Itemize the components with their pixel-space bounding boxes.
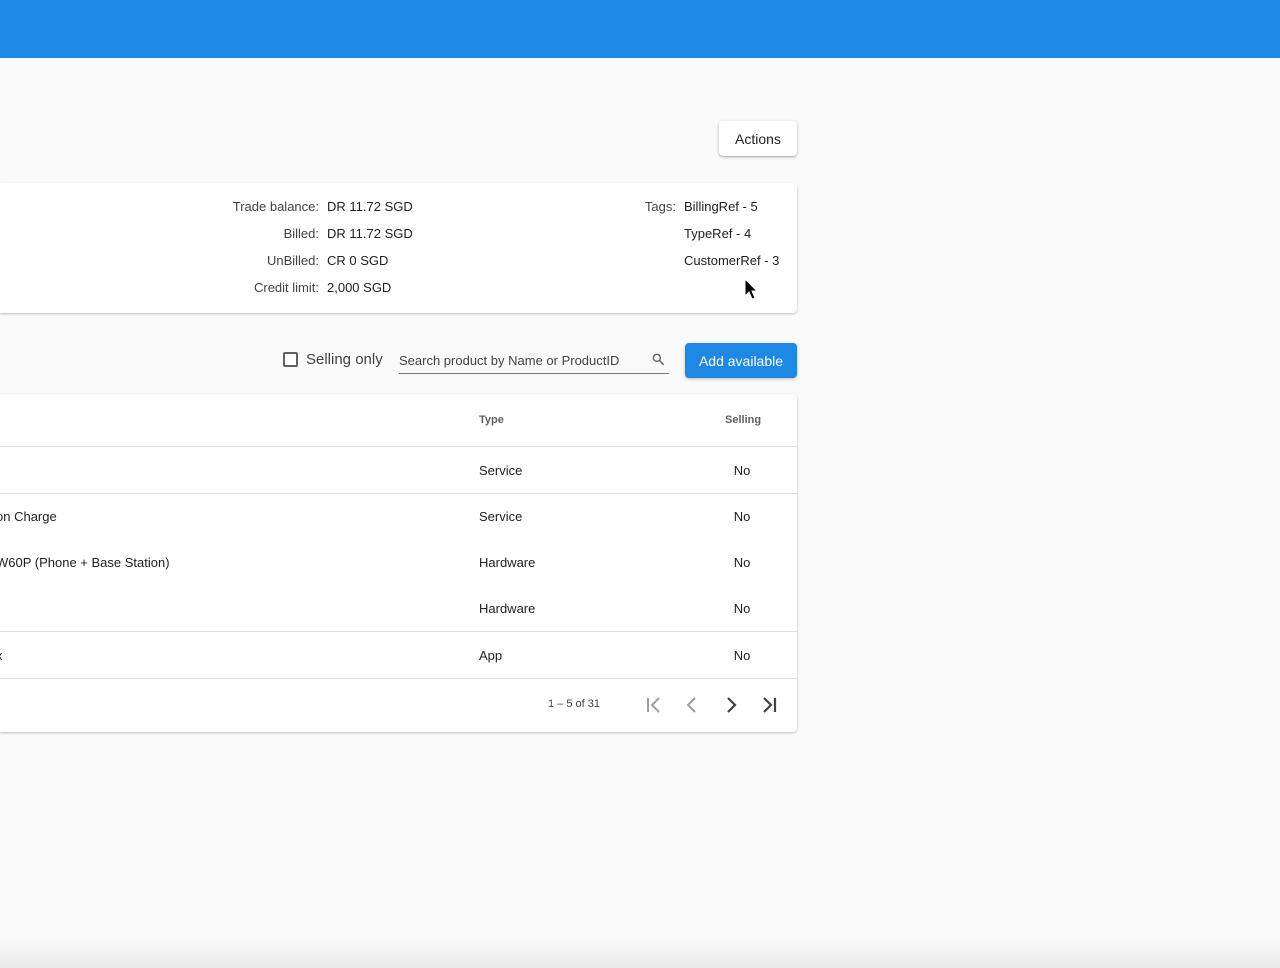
selling-only-checkbox[interactable]	[283, 352, 298, 367]
product-selling: No	[733, 555, 751, 570]
table-row[interactable]: on Charge Service No	[0, 494, 797, 540]
product-search-input[interactable]	[399, 350, 644, 370]
products-table: Type Selling Service No on Charge Servic…	[0, 394, 797, 732]
credit-limit-label: Credit limit:	[253, 280, 319, 295]
product-selling: No	[733, 648, 751, 663]
product-type: Hardware	[479, 555, 536, 570]
table-row[interactable]: x App No	[0, 633, 797, 679]
first-page-icon[interactable]	[642, 693, 666, 717]
table-header: Type Selling	[0, 394, 797, 447]
unbilled-label: UnBilled:	[266, 253, 319, 268]
product-type: Service	[479, 463, 523, 478]
app-header-bar	[0, 0, 1280, 58]
trade-balance-value: DR 11.72 SGD	[327, 199, 413, 214]
product-name: x	[0, 648, 3, 663]
search-icon[interactable]	[651, 352, 665, 366]
product-toolbar: Selling only Add available	[0, 340, 797, 380]
selling-only-label[interactable]: Selling only	[306, 351, 383, 368]
actions-button[interactable]: Actions	[719, 121, 797, 156]
previous-page-icon[interactable]	[680, 693, 704, 717]
product-selling: No	[733, 509, 751, 524]
mouse-cursor-icon	[744, 278, 759, 300]
table-row[interactable]: Service No	[0, 448, 797, 494]
table-row[interactable]: Hardware No	[0, 586, 797, 632]
column-header-type[interactable]: Type	[479, 414, 504, 426]
pagination-range: 1 – 5 of 31	[548, 698, 600, 710]
add-available-button[interactable]: Add available	[685, 343, 797, 378]
product-search	[399, 346, 669, 374]
product-type: Service	[479, 509, 523, 524]
product-type: App	[479, 648, 503, 663]
column-header-selling[interactable]: Selling	[725, 414, 761, 426]
billed-value: DR 11.72 SGD	[327, 226, 413, 241]
unbilled-value: CR 0 SGD	[327, 253, 389, 268]
table-row[interactable]: W60P (Phone + Base Station) Hardware No	[0, 540, 797, 586]
credit-limit-value: 2,000 SGD	[327, 280, 392, 295]
tag-item: TypeRef - 4	[684, 226, 752, 241]
next-page-icon[interactable]	[719, 693, 743, 717]
tags-label: Tags:	[644, 199, 676, 214]
product-name: W60P (Phone + Base Station)	[0, 555, 170, 570]
window-bottom-edge	[0, 940, 1280, 968]
tag-item: BillingRef - 5	[684, 199, 758, 214]
product-selling: No	[733, 463, 751, 478]
pagination: 1 – 5 of 31	[0, 679, 797, 732]
last-page-icon[interactable]	[757, 693, 781, 717]
account-summary-card: Trade balance: DR 11.72 SGD Billed: DR 1…	[0, 183, 797, 313]
product-name: on Charge	[0, 509, 57, 524]
product-selling: No	[733, 601, 751, 616]
product-type: Hardware	[479, 601, 536, 616]
billed-label: Billed:	[283, 226, 319, 241]
tag-item: CustomerRef - 3	[684, 253, 780, 268]
trade-balance-label: Trade balance:	[232, 199, 319, 214]
